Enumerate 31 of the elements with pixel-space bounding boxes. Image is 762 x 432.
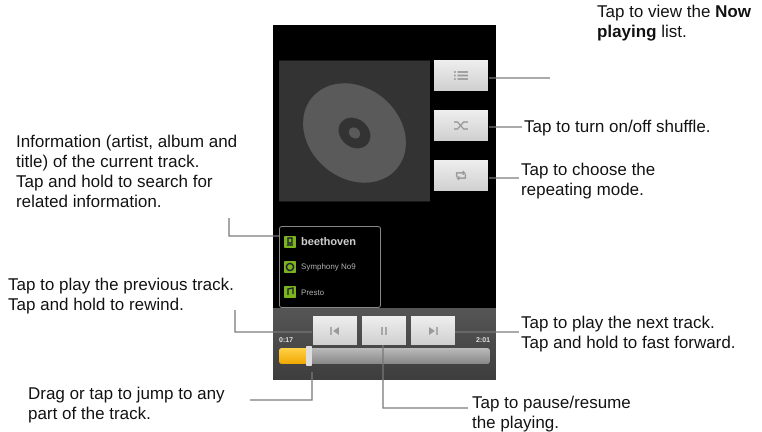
shuffle-button[interactable] xyxy=(434,110,488,141)
album-name: Symphony No9 xyxy=(301,262,356,272)
next-icon xyxy=(428,326,438,336)
disc-icon xyxy=(284,260,296,273)
leader-line xyxy=(489,126,522,128)
pause-button[interactable] xyxy=(362,316,406,345)
leader-line xyxy=(455,331,519,333)
previous-button[interactable] xyxy=(312,316,356,345)
repeat-icon xyxy=(454,170,468,181)
callout-text: Tap to turn on/off shuffle. xyxy=(524,117,711,137)
callout-text: Drag or tap to jump to any part of the track. xyxy=(28,384,225,424)
note-icon xyxy=(284,286,296,298)
previous-icon xyxy=(330,326,340,336)
track-title: Presto xyxy=(301,288,324,297)
artist-name: beethoven xyxy=(301,236,356,248)
leader-line xyxy=(228,218,279,237)
next-button[interactable] xyxy=(410,316,454,345)
list-icon xyxy=(454,70,468,81)
pause-icon xyxy=(378,326,388,336)
repeat-button[interactable] xyxy=(434,160,488,191)
shuffle-icon xyxy=(454,120,468,131)
callout-text: Information (artist, album and title) of the current track. Tap and hold to search for related information. xyxy=(16,132,238,212)
callout-text: Tap to view the Now playing list. xyxy=(597,2,752,42)
callout-text: Tap to play the next track. Tap and hold to fast forward. xyxy=(521,313,736,353)
callout-text: Tap to play the previous track. Tap and hold to rewind. xyxy=(8,275,234,315)
leader-line xyxy=(489,177,519,179)
leader-line xyxy=(250,372,313,401)
leader-line xyxy=(489,77,550,79)
now-playing-button[interactable] xyxy=(434,60,488,91)
callout-text: Tap to pause/resume the playing. xyxy=(472,393,631,432)
callout-text: Tap to choose the repeating mode. xyxy=(521,160,656,200)
